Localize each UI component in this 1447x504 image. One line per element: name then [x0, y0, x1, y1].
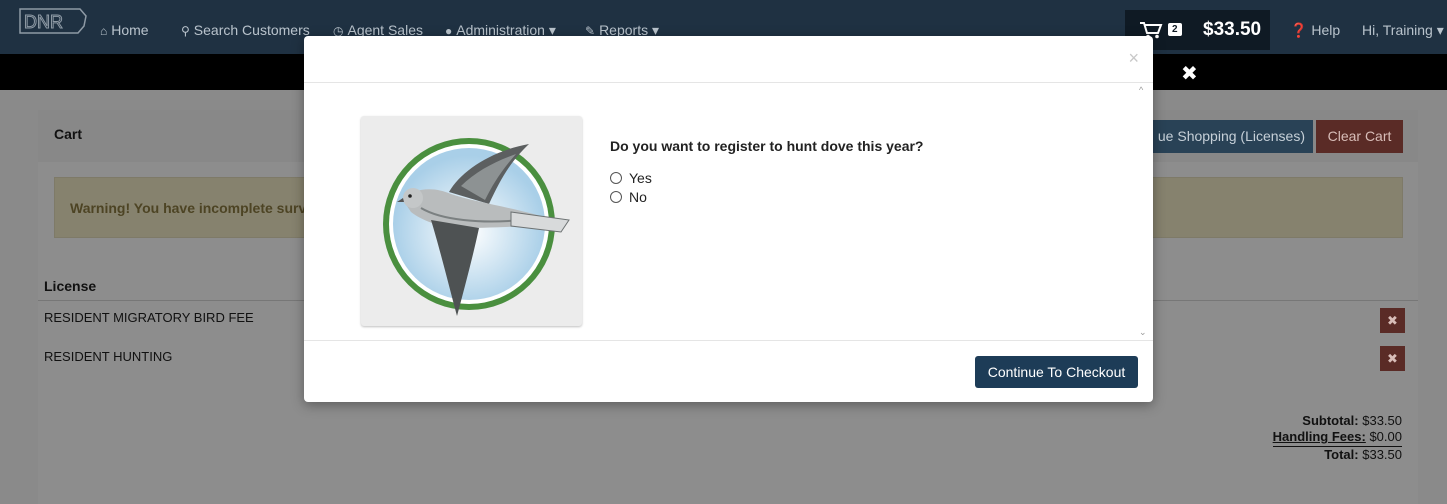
- continue-shopping-button[interactable]: ue Shopping (Licenses): [1138, 120, 1313, 153]
- help-label: Help: [1311, 22, 1341, 38]
- cart-total: $33.50: [1203, 19, 1262, 40]
- continue-to-checkout-button[interactable]: Continue To Checkout: [975, 356, 1138, 388]
- nav-search-customers[interactable]: ⚲ Search Customers: [181, 22, 310, 38]
- total-row: Total: $33.50: [1273, 447, 1402, 463]
- handling-fees-value: $0.00: [1369, 429, 1402, 444]
- scroll-down-icon[interactable]: ⌄: [1139, 327, 1147, 338]
- close-icon[interactable]: ✖: [1181, 61, 1198, 86]
- dove-survey-modal: × Do you want to register to hunt dove t…: [304, 36, 1153, 402]
- search-icon: ⚲: [181, 24, 190, 38]
- total-label: Total:: [1324, 447, 1359, 462]
- user-greeting: Hi, Training: [1362, 22, 1433, 38]
- nav-home-label: Home: [111, 22, 149, 38]
- modal-body: Do you want to register to hunt dove thi…: [304, 83, 1139, 340]
- total-value: $33.50: [1362, 447, 1402, 462]
- license-row-label: RESIDENT MIGRATORY BIRD FEE: [44, 310, 254, 325]
- scroll-up-icon[interactable]: ^: [1139, 85, 1143, 95]
- modal-footer: Continue To Checkout: [304, 340, 1153, 402]
- license-column-header: License: [44, 278, 97, 294]
- nav-search-customers-label: Search Customers: [193, 22, 310, 38]
- user-menu[interactable]: Hi, Training ▾: [1362, 22, 1444, 39]
- cart-title: Cart: [54, 126, 83, 142]
- svg-text:DNR: DNR: [24, 12, 63, 32]
- modal-scrollbar[interactable]: ^ ⌄: [1139, 85, 1149, 338]
- radio-label: Yes: [629, 170, 652, 186]
- remove-item-button[interactable]: ✖: [1380, 308, 1405, 333]
- radio-label: No: [629, 189, 647, 205]
- subtotal-value: $33.50: [1362, 413, 1402, 428]
- subtotal-label: Subtotal:: [1302, 413, 1359, 428]
- cart-count-badge: 2: [1168, 23, 1182, 36]
- close-icon: ✖: [1387, 313, 1398, 328]
- radio-button[interactable]: [610, 191, 622, 203]
- dove-icon: [383, 138, 570, 316]
- handling-fees-row: Handling Fees: $0.00: [1272, 429, 1402, 447]
- radio-button[interactable]: [610, 172, 622, 184]
- modal-close-button[interactable]: ×: [1128, 48, 1139, 69]
- caret-down-icon: ▾: [1436, 22, 1444, 38]
- radio-option-yes[interactable]: Yes: [610, 170, 652, 186]
- survey-question: Do you want to register to hunt dove thi…: [610, 138, 924, 154]
- subtotal-row: Subtotal: $33.50: [1273, 413, 1402, 429]
- remove-item-button[interactable]: ✖: [1380, 346, 1405, 371]
- clear-cart-button[interactable]: Clear Cart: [1316, 120, 1403, 153]
- help-link[interactable]: ❓ Help: [1290, 22, 1340, 39]
- handling-fees-label: Handling Fees:: [1272, 429, 1366, 444]
- question-circle-icon: ❓: [1290, 22, 1308, 38]
- cart-totals: Subtotal: $33.50 Handling Fees: $0.00 To…: [1272, 413, 1402, 463]
- nav-home[interactable]: ⌂ Home: [100, 22, 149, 38]
- home-icon: ⌂: [100, 24, 108, 38]
- license-row-label: RESIDENT HUNTING: [44, 349, 173, 364]
- dove-image: [361, 116, 582, 326]
- modal-header: ×: [304, 36, 1153, 83]
- close-icon: ✖: [1387, 351, 1398, 366]
- radio-option-no[interactable]: No: [610, 189, 647, 205]
- dnr-logo[interactable]: DNR: [18, 6, 88, 36]
